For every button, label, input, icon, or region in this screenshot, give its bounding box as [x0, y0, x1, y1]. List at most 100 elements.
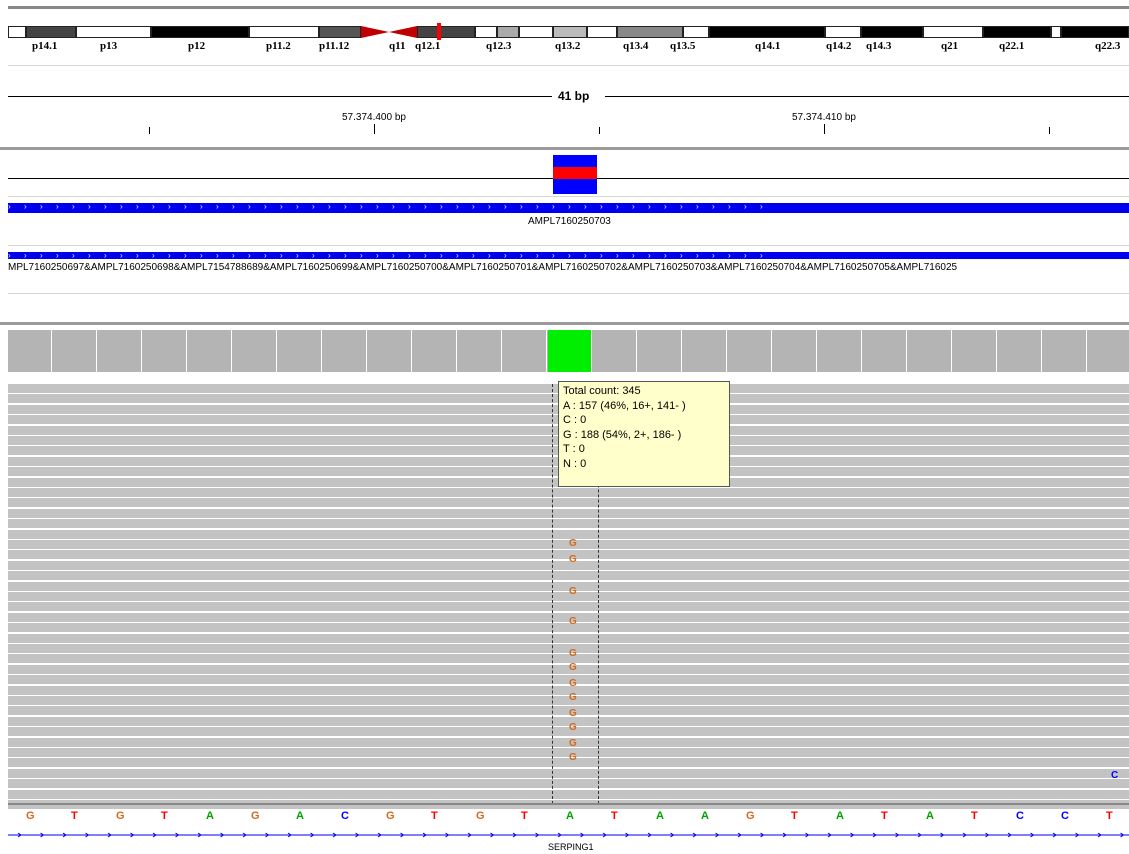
band-label: p12	[188, 40, 206, 52]
coverage-bar[interactable]	[53, 330, 97, 372]
ideogram-band	[151, 26, 249, 38]
coverage-bar[interactable]	[188, 330, 232, 372]
ideogram-band	[683, 26, 709, 38]
ideogram-band	[475, 26, 497, 38]
band-label: q13.5	[670, 40, 696, 52]
variant-marker[interactable]	[553, 155, 597, 194]
band-label: q12.1	[415, 40, 441, 52]
reference-base: A	[656, 810, 664, 822]
reference-base: C	[1061, 810, 1069, 822]
read[interactable]	[8, 634, 1129, 643]
band-label: q13.2	[555, 40, 581, 52]
amplicon-list-feature[interactable]: › › › › › › › › › › › › › › › › › › › › …	[8, 252, 1129, 259]
ruler-tick	[599, 127, 600, 134]
chromosome-ideogram[interactable]: p14.1 p13 p12 p11.2 p11.12 q11 q12.1 q12…	[8, 23, 1129, 52]
allele-count-popup[interactable]: Total count: 345 A : 157 (46%, 16+, 141-…	[558, 381, 730, 487]
read[interactable]	[8, 790, 1129, 799]
coverage-bar[interactable]	[998, 330, 1042, 372]
mismatch-base: G	[569, 692, 577, 703]
coverage-bar[interactable]	[8, 330, 52, 372]
coverage-bar[interactable]	[638, 330, 682, 372]
ruler-position-label: 57.374.410 bp	[792, 112, 856, 123]
reference-base: T	[881, 810, 888, 822]
current-location-marker	[437, 23, 441, 40]
amplicon-feature[interactable]: › › › › › › › › › › › › › › › › › › › › …	[8, 203, 1129, 213]
edge-mismatch-base: C	[1111, 770, 1119, 781]
ideogram-band	[76, 26, 151, 38]
reference-base: G	[386, 810, 395, 822]
read[interactable]	[8, 779, 1129, 788]
reference-base: T	[71, 810, 78, 822]
band-label: q21	[941, 40, 959, 52]
mismatch-base: G	[569, 648, 577, 659]
coverage-bar[interactable]	[908, 330, 952, 372]
reference-base: G	[26, 810, 35, 822]
read[interactable]	[8, 509, 1129, 518]
ruler-span-label: 41 bp	[558, 89, 590, 103]
coverage-bar[interactable]	[98, 330, 142, 372]
mismatch-base: G	[569, 662, 577, 673]
amplicon-list-label: MPL7160250697&AMPL7160250698&AMPL7154788…	[8, 262, 958, 273]
reference-base: G	[116, 810, 125, 822]
reference-base: C	[341, 810, 349, 822]
coverage-bar[interactable]	[503, 330, 547, 372]
band-label: p11.12	[319, 40, 350, 52]
band-label: q14.1	[755, 40, 781, 52]
ideogram-band	[983, 26, 1051, 38]
reference-base: T	[611, 810, 618, 822]
coverage-bar[interactable]	[458, 330, 502, 372]
read[interactable]	[8, 602, 1129, 611]
mismatch-base: G	[569, 616, 577, 627]
popup-n-count: N : 0	[563, 457, 587, 470]
ruler-span-line	[8, 96, 552, 97]
reference-base: A	[701, 810, 709, 822]
reference-base: T	[161, 810, 168, 822]
ideogram-band	[553, 26, 587, 38]
mismatch-base: G	[569, 554, 577, 565]
mismatch-base: G	[569, 708, 577, 719]
coverage-bar[interactable]	[413, 330, 457, 372]
coverage-bar[interactable]	[368, 330, 412, 372]
read[interactable]	[8, 519, 1129, 528]
gene-track[interactable]	[8, 830, 1129, 840]
coverage-bar[interactable]	[1088, 330, 1129, 372]
popup-total-count: Total count: 345	[563, 385, 641, 397]
ruler-tick	[374, 124, 375, 134]
coverage-bar[interactable]	[728, 330, 772, 372]
reference-base: A	[926, 810, 934, 822]
divider	[8, 245, 1129, 246]
amplicon-label: AMPL7160250703	[528, 216, 611, 227]
coverage-bar[interactable]	[683, 330, 727, 372]
panel-divider	[0, 322, 1129, 325]
coverage-bar[interactable]	[278, 330, 322, 372]
reference-base: T	[791, 810, 798, 822]
mismatch-base: G	[569, 722, 577, 733]
coverage-bar[interactable]	[863, 330, 907, 372]
band-label: p13	[100, 40, 118, 52]
coverage-bar[interactable]	[593, 330, 637, 372]
coverage-bar[interactable]	[233, 330, 277, 372]
reference-base: G	[476, 810, 485, 822]
gene-label: SERPING1	[548, 842, 594, 852]
sequence-divider	[8, 803, 1129, 805]
reference-base: A	[296, 810, 304, 822]
ideogram-band	[26, 26, 76, 38]
read[interactable]	[8, 498, 1129, 507]
coverage-bar[interactable]	[143, 330, 187, 372]
center-guide-line	[552, 384, 553, 804]
band-label: q13.4	[623, 40, 649, 52]
coverage-bar[interactable]	[953, 330, 997, 372]
read[interactable]	[8, 571, 1129, 580]
read[interactable]	[8, 488, 1129, 497]
read[interactable]	[8, 769, 1129, 778]
reference-base: C	[1016, 810, 1024, 822]
popup-g-count: G : 188 (54%, 2+, 186- )	[563, 428, 682, 441]
popup-t-count: T : 0	[563, 443, 585, 455]
coverage-bar[interactable]	[323, 330, 367, 372]
band-label: q14.2	[826, 40, 852, 52]
coverage-bar[interactable]	[818, 330, 862, 372]
coverage-bar[interactable]	[548, 330, 592, 372]
coverage-bar[interactable]	[1043, 330, 1087, 372]
coverage-bar[interactable]	[773, 330, 817, 372]
ideogram-band	[825, 26, 861, 38]
